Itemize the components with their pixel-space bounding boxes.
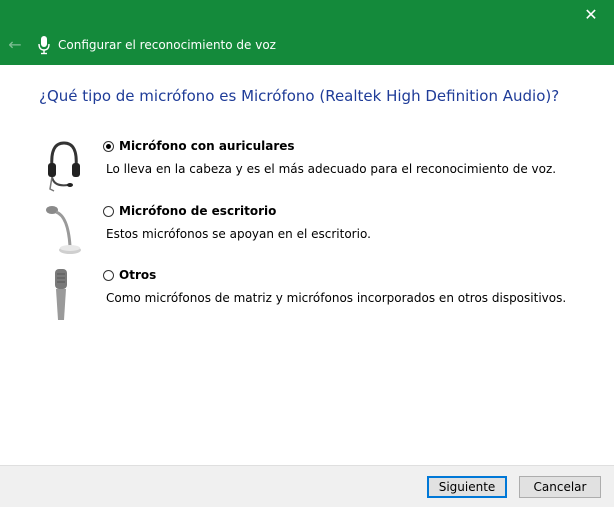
title-bar: ✕ ← Configurar el reconocimiento de voz	[0, 0, 614, 65]
page-question: ¿Qué tipo de micrófono es Micrófono (Rea…	[39, 87, 560, 105]
close-button[interactable]: ✕	[568, 0, 614, 30]
option-headset-description: Lo lleva en la cabeza y es el más adecua…	[106, 162, 557, 176]
desktop-microphone-radio[interactable]	[103, 206, 114, 217]
option-other-label: Otros	[119, 268, 157, 282]
option-headset-label: Micrófono con auriculares	[119, 139, 295, 153]
other-radio[interactable]	[103, 270, 114, 281]
back-button[interactable]: ←	[2, 33, 28, 57]
option-desktop-microphone-description: Estos micrófonos se apoyan en el escrito…	[106, 227, 371, 241]
headset-icon	[48, 141, 80, 192]
back-arrow-icon: ←	[8, 35, 22, 54]
option-headset[interactable]: Micrófono con auriculares Lo lleva en la…	[0, 135, 614, 195]
option-desktop-microphone[interactable]: Micrófono de escritorio Estos micrófonos…	[0, 200, 614, 260]
option-other-description: Como micrófonos de matriz y micrófonos i…	[106, 291, 567, 305]
next-button[interactable]: Siguiente	[427, 476, 507, 498]
option-desktop-microphone-label: Micrófono de escritorio	[119, 204, 277, 218]
close-icon: ✕	[584, 5, 598, 24]
window-title: Configurar el reconocimiento de voz	[58, 38, 276, 52]
desktop-microphone-icon	[46, 206, 81, 254]
microphone-icon	[38, 36, 50, 55]
headset-radio[interactable]	[103, 141, 114, 152]
handheld-microphone-icon	[55, 269, 67, 320]
cancel-button[interactable]: Cancelar	[519, 476, 601, 498]
footer-bar: Siguiente Cancelar	[0, 465, 614, 507]
option-other[interactable]: Otros Como micrófonos de matriz y micróf…	[0, 264, 614, 324]
